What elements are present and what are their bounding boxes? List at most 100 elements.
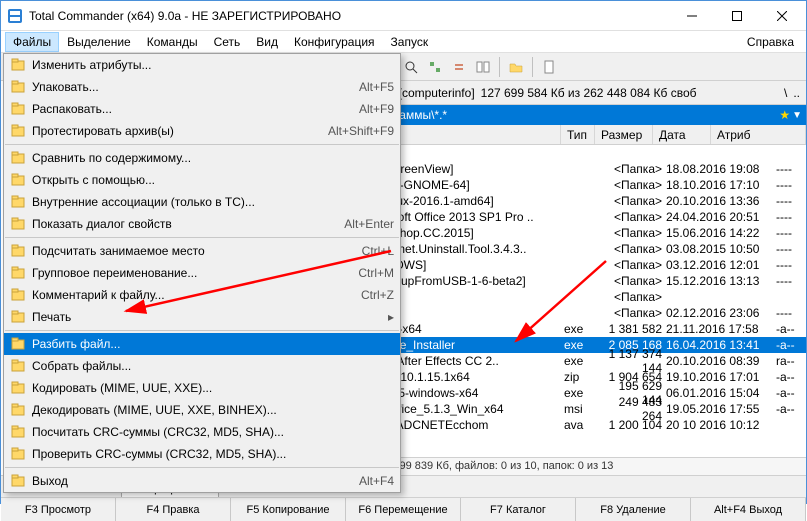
menu-run[interactable]: Запуск bbox=[383, 32, 437, 52]
file-attr: ---- bbox=[776, 306, 806, 320]
menu-item-label: Протестировать архив(ы) bbox=[32, 124, 322, 138]
col-date[interactable]: Дата bbox=[653, 125, 711, 144]
file-row[interactable]: [BT5R3-GNOME-64]<Папка>18.10.2016 17:10-… bbox=[339, 177, 806, 193]
free-space: 127 699 584 Кб из 262 448 084 Кб своб bbox=[481, 86, 697, 100]
file-row[interactable]: [WINDOWS]<Папка>03.12.2016 12:01---- bbox=[339, 257, 806, 273]
menu-files[interactable]: Файлы bbox=[5, 32, 59, 52]
f6-button[interactable]: F6 Перемещение bbox=[346, 498, 461, 521]
menu-item[interactable]: Собрать файлы... bbox=[4, 355, 400, 377]
menu-item-label: Изменить атрибуты... bbox=[32, 58, 388, 72]
f4-button[interactable]: F4 Правка bbox=[116, 498, 231, 521]
menu-item-icon bbox=[10, 101, 26, 117]
file-row[interactable]: [Microsoft Office 2013 SP1 Pro ..<Папка>… bbox=[339, 209, 806, 225]
menu-item[interactable]: Посчитать CRC-суммы (CRC32, MD5, SHA)... bbox=[4, 421, 400, 443]
app-icon bbox=[7, 8, 23, 24]
file-row[interactable]: Dism++10.1.15.1x64zip1 904 65419.10.2016… bbox=[339, 369, 806, 385]
menu-commands[interactable]: Команды bbox=[139, 32, 206, 52]
file-row[interactable]: DaccalADCNETEcchomava1 200 10420 10 2016… bbox=[339, 417, 806, 433]
altf4-button[interactable]: Alt+F4 Выход bbox=[691, 498, 806, 521]
tb-search-icon[interactable] bbox=[400, 56, 422, 78]
menu-item[interactable]: Сравнить по содержимому... bbox=[4, 147, 400, 169]
menu-item[interactable]: Подсчитать занимаемое местоCtrl+L bbox=[4, 240, 400, 262]
history-icon[interactable]: ▼ bbox=[792, 110, 802, 121]
menu-item[interactable]: Показать диалог свойствAlt+Enter bbox=[4, 213, 400, 235]
file-row[interactable]: LibreOffice_5.1.3_Win_x64msi249 483 2641… bbox=[339, 401, 806, 417]
menu-config[interactable]: Конфигурация bbox=[286, 32, 383, 52]
menu-item-icon bbox=[10, 123, 26, 139]
col-size[interactable]: Размер bbox=[595, 125, 653, 144]
menu-item[interactable]: Изменить атрибуты... bbox=[4, 54, 400, 76]
file-row[interactable]: [rsload.net.Uninstall.Tool.3.4.3..<Папка… bbox=[339, 241, 806, 257]
menu-item[interactable]: Разбить файл... bbox=[4, 333, 400, 355]
menu-item[interactable]: Проверить CRC-суммы (CRC32, MD5, SHA)... bbox=[4, 443, 400, 465]
drive-root-button[interactable]: \ bbox=[784, 86, 787, 100]
menu-help[interactable]: Справка bbox=[739, 32, 802, 52]
menu-item[interactable]: ВыходAlt+F4 bbox=[4, 470, 400, 492]
file-attr: ---- bbox=[776, 178, 806, 192]
menu-item[interactable]: Распаковать...Alt+F9 bbox=[4, 98, 400, 120]
drive-bar: d ▼ [computerinfo] 127 699 584 Кб из 262… bbox=[339, 81, 806, 105]
menu-item[interactable]: Кодировать (MIME, UUE, XXE)... bbox=[4, 377, 400, 399]
close-button[interactable] bbox=[759, 2, 804, 30]
col-ext[interactable]: Тип bbox=[561, 125, 595, 144]
menu-item[interactable]: Протестировать архив(ы)Alt+Shift+F9 bbox=[4, 120, 400, 142]
tb-notepad-icon[interactable] bbox=[538, 56, 560, 78]
favorite-icon[interactable]: ★ bbox=[779, 108, 790, 122]
path-bar[interactable]: ▼ d:\Программы\*.* ★▼ bbox=[339, 105, 806, 125]
menu-item-label: Открыть с помощью... bbox=[32, 173, 388, 187]
column-headers: Имя Тип Размер Дата Атриб bbox=[339, 125, 806, 145]
menu-item[interactable]: Внутренние ассоциации (только в TC)... bbox=[4, 191, 400, 213]
file-date: 15.06.2016 14:22 bbox=[666, 226, 776, 240]
toolbar-right: URL bbox=[339, 53, 806, 81]
file-row[interactable]: [kali-linux-2016.1-amd64]<Папка>20.10.20… bbox=[339, 193, 806, 209]
menu-item-label: Выход bbox=[32, 474, 353, 488]
file-date: 20 10 2016 10:12 bbox=[666, 418, 776, 432]
minimize-button[interactable] bbox=[669, 2, 714, 30]
file-row[interactable]: [ИГРЫ]<Папка> bbox=[339, 289, 806, 305]
f7-button[interactable]: F7 Каталог bbox=[461, 498, 576, 521]
menu-item-icon bbox=[10, 216, 26, 232]
file-attr: ---- bbox=[776, 274, 806, 288]
menu-item[interactable]: Декодировать (MIME, UUE, XXE, BINHEX)... bbox=[4, 399, 400, 421]
menu-item[interactable]: Комментарий к файлу...Ctrl+Z bbox=[4, 284, 400, 306]
tb-compare-icon[interactable] bbox=[472, 56, 494, 78]
f3-button[interactable]: F3 Просмотр bbox=[1, 498, 116, 521]
file-row[interactable]: 7z7z1604-x64exe1 381 58221.11.2016 17:58… bbox=[339, 321, 806, 337]
tb-bookmark-icon[interactable] bbox=[505, 56, 527, 78]
menu-item-shortcut: Alt+F5 bbox=[359, 80, 394, 94]
menu-item-label: Упаковать... bbox=[32, 80, 353, 94]
menu-item-icon bbox=[10, 402, 26, 418]
tb-sync-icon[interactable] bbox=[448, 56, 470, 78]
menu-item-label: Показать диалог свойств bbox=[32, 217, 338, 231]
menu-item[interactable]: Открыть с помощью... bbox=[4, 169, 400, 191]
file-row[interactable]: jdk-8u65-windows-x64exe195 629 14406.01.… bbox=[339, 385, 806, 401]
menu-item-icon bbox=[10, 243, 26, 259]
file-row[interactable]: [WinSetupFromUSB-1-6-beta2]<Папка>15.12.… bbox=[339, 273, 806, 289]
file-row[interactable]: [BlueScreenView]<Папка>18.08.2016 19:08-… bbox=[339, 161, 806, 177]
file-row[interactable]: [Photoshop.CC.2015]<Папка>15.06.2016 14:… bbox=[339, 225, 806, 241]
tb-rename-icon[interactable] bbox=[424, 56, 446, 78]
file-attr: -a-- bbox=[776, 370, 806, 384]
menu-item-icon bbox=[10, 172, 26, 188]
menu-selection[interactable]: Выделение bbox=[59, 32, 139, 52]
f8-button[interactable]: F8 Удаление bbox=[576, 498, 691, 521]
menu-view[interactable]: Вид bbox=[248, 32, 286, 52]
file-date: 20.10.2016 13:36 bbox=[666, 194, 776, 208]
file-row[interactable]: Adaware_Installerexe2 085 16816.04.2016 … bbox=[339, 337, 806, 353]
file-list[interactable]: [..][BlueScreenView]<Папка>18.08.2016 19… bbox=[339, 145, 806, 457]
file-row[interactable]: AeAdobe After Effects CC 2..exe1 137 374… bbox=[339, 353, 806, 369]
menu-item[interactable]: Печать▸ bbox=[4, 306, 400, 328]
col-attr[interactable]: Атриб bbox=[711, 125, 806, 144]
f5-button[interactable]: F5 Копирование bbox=[231, 498, 346, 521]
file-row[interactable]: [Проги]<Папка>02.12.2016 23:06---- bbox=[339, 305, 806, 321]
menu-item-shortcut: Ctrl+L bbox=[362, 244, 394, 258]
drive-up-button[interactable]: .. bbox=[793, 86, 800, 100]
file-attr: ra-- bbox=[776, 354, 806, 368]
menu-item[interactable]: Упаковать... Alt+F5 bbox=[4, 76, 400, 98]
menu-item[interactable]: Групповое переименование...Ctrl+M bbox=[4, 262, 400, 284]
menu-item-icon bbox=[10, 424, 26, 440]
menu-item-icon bbox=[10, 473, 26, 489]
maximize-button[interactable] bbox=[714, 2, 759, 30]
menu-net[interactable]: Сеть bbox=[206, 32, 249, 52]
file-row[interactable]: [..] bbox=[339, 145, 806, 161]
